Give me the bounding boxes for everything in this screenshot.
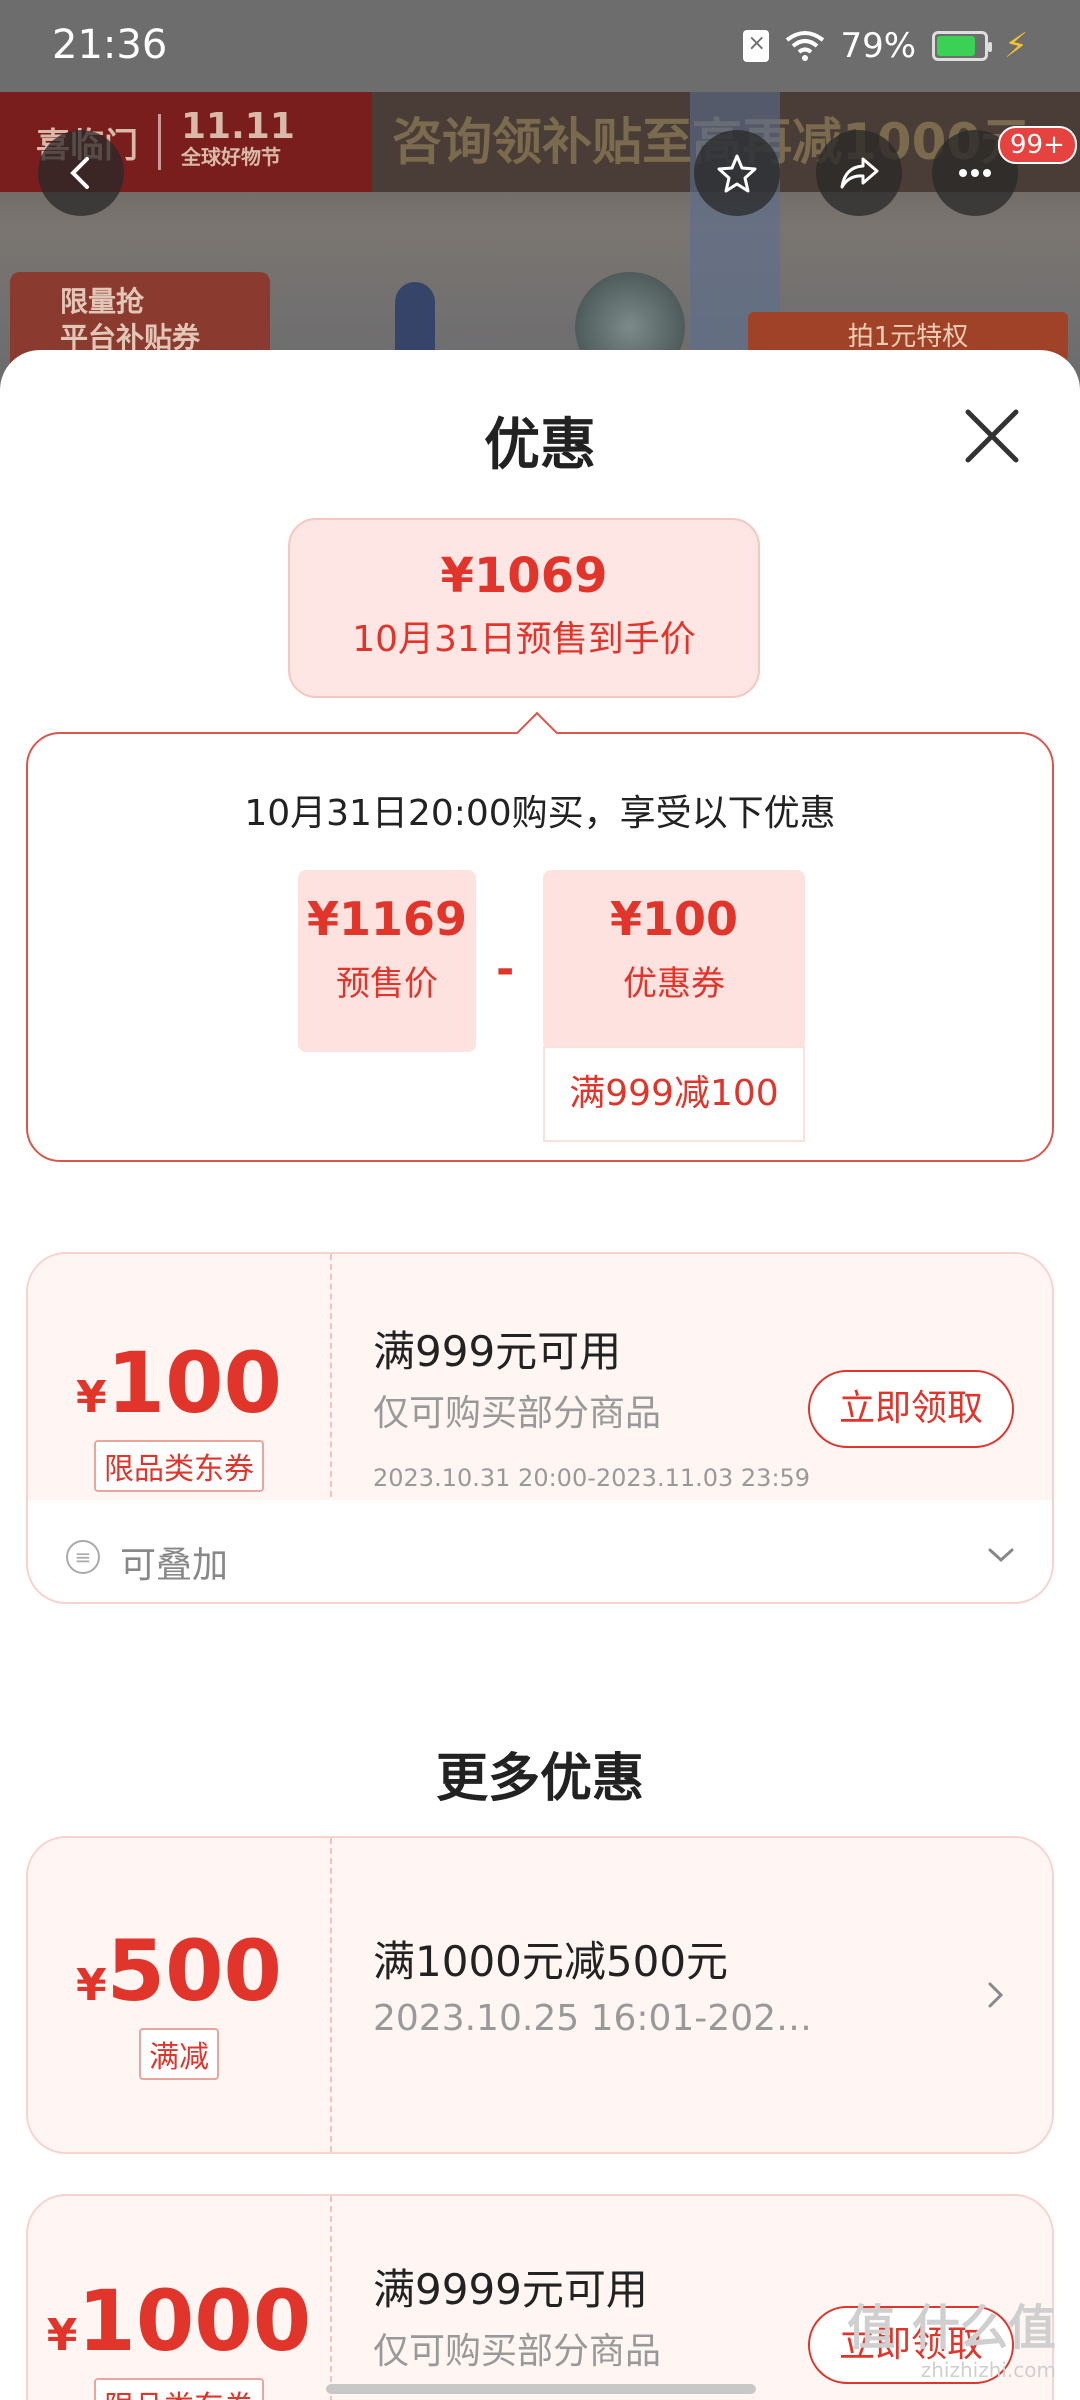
close-icon[interactable]: [962, 406, 1022, 466]
breakdown-heading: 10月31日20:00购买，享受以下优惠: [244, 793, 836, 834]
presale-price: ¥1169: [306, 892, 468, 946]
presale-price-box: ¥1169 预售价: [298, 870, 476, 1052]
coupon-period: 2023.10.31 20:00-2023.11.03 23:59: [373, 1464, 811, 1492]
more-dots-icon: [959, 169, 991, 177]
coupon-card-500[interactable]: ¥500 满减 满1000元减500元 2023.10.25 16:01-202…: [26, 1836, 1054, 2154]
favorite-button[interactable]: [694, 130, 780, 216]
stackable-label: 可叠加: [120, 1545, 229, 1586]
sheet-title: 优惠: [484, 413, 596, 478]
chevron-down-icon: [988, 1548, 1014, 1563]
presale-label: 预售价: [336, 964, 438, 1004]
final-price: ¥1069: [440, 548, 608, 604]
stack-icon: ≡: [66, 1540, 100, 1574]
coupon-scope: 仅可购买部分商品: [373, 2331, 662, 2372]
minus-sign: -: [496, 944, 515, 995]
status-time: 21:36: [52, 22, 168, 68]
coupon-amount: ¥100: [76, 1334, 282, 1432]
battery-icon: [932, 31, 993, 61]
coupon-period: 2023.10.25 16:01-202…: [373, 1998, 813, 2039]
final-price-label: 10月31日预售到手价: [352, 619, 696, 660]
price-breakdown-card: 10月31日20:00购买，享受以下优惠 ¥1169 预售价 - ¥100 优惠…: [26, 732, 1054, 1162]
coupon-scope: 仅可购买部分商品: [373, 1393, 662, 1434]
sim-off-icon: [742, 30, 769, 62]
charging-icon: ⚡: [1004, 26, 1028, 66]
coupon-threshold: 满1000元减500元: [373, 1937, 729, 1986]
coupon-threshold: 满999元可用: [373, 1327, 622, 1376]
star-icon: [717, 154, 757, 193]
coupon-value: ¥100: [609, 892, 739, 946]
status-bar: 21:36 79% ⚡: [0, 0, 1080, 92]
chevron-right-icon: [988, 1982, 1004, 2008]
discount-sheet: 优惠 ¥1069 10月31日预售到手价 10月31日20:00购买，享受以下优…: [0, 350, 1080, 2400]
coupon-type-tag: 限品类东券: [28, 2378, 330, 2400]
coupon-value-box: ¥100 优惠券: [543, 870, 805, 1050]
coupon-threshold: 满9999元可用: [373, 2265, 648, 2314]
chevron-left-icon: [70, 157, 89, 189]
watermark: 值 什么值 zhizhizhi.com: [847, 2300, 1056, 2382]
share-icon: [840, 157, 879, 189]
claim-coupon-button[interactable]: 立即领取: [808, 1370, 1014, 1448]
more-discounts-title: 更多优惠: [435, 1749, 644, 1809]
status-icons: 79% ⚡: [742, 26, 1028, 66]
stackable-row[interactable]: ≡ 可叠加: [26, 1500, 1054, 1604]
product-banner: 喜临门 11.11 全球好物节 咨询领补贴至高再减1000元 限量抢 平台补贴券…: [0, 92, 1080, 392]
share-button[interactable]: [816, 130, 902, 216]
final-price-box: ¥1069 10月31日预售到手价: [288, 518, 760, 698]
coupon-type-tag: 限品类东券: [28, 1440, 330, 1492]
message-badge: 99+: [998, 126, 1077, 164]
coupon-amount: ¥1000: [46, 2272, 312, 2370]
back-button[interactable]: [38, 130, 124, 216]
coupon-type-tag: 满减: [28, 2028, 330, 2080]
battery-percent: 79%: [840, 26, 917, 66]
coupon-condition: 满999减100: [543, 1046, 805, 1142]
coupon-value-label: 优惠券: [623, 964, 725, 1004]
coupon-amount: ¥500: [76, 1922, 282, 2020]
wifi-icon: [785, 31, 824, 61]
home-indicator[interactable]: [326, 2384, 756, 2394]
